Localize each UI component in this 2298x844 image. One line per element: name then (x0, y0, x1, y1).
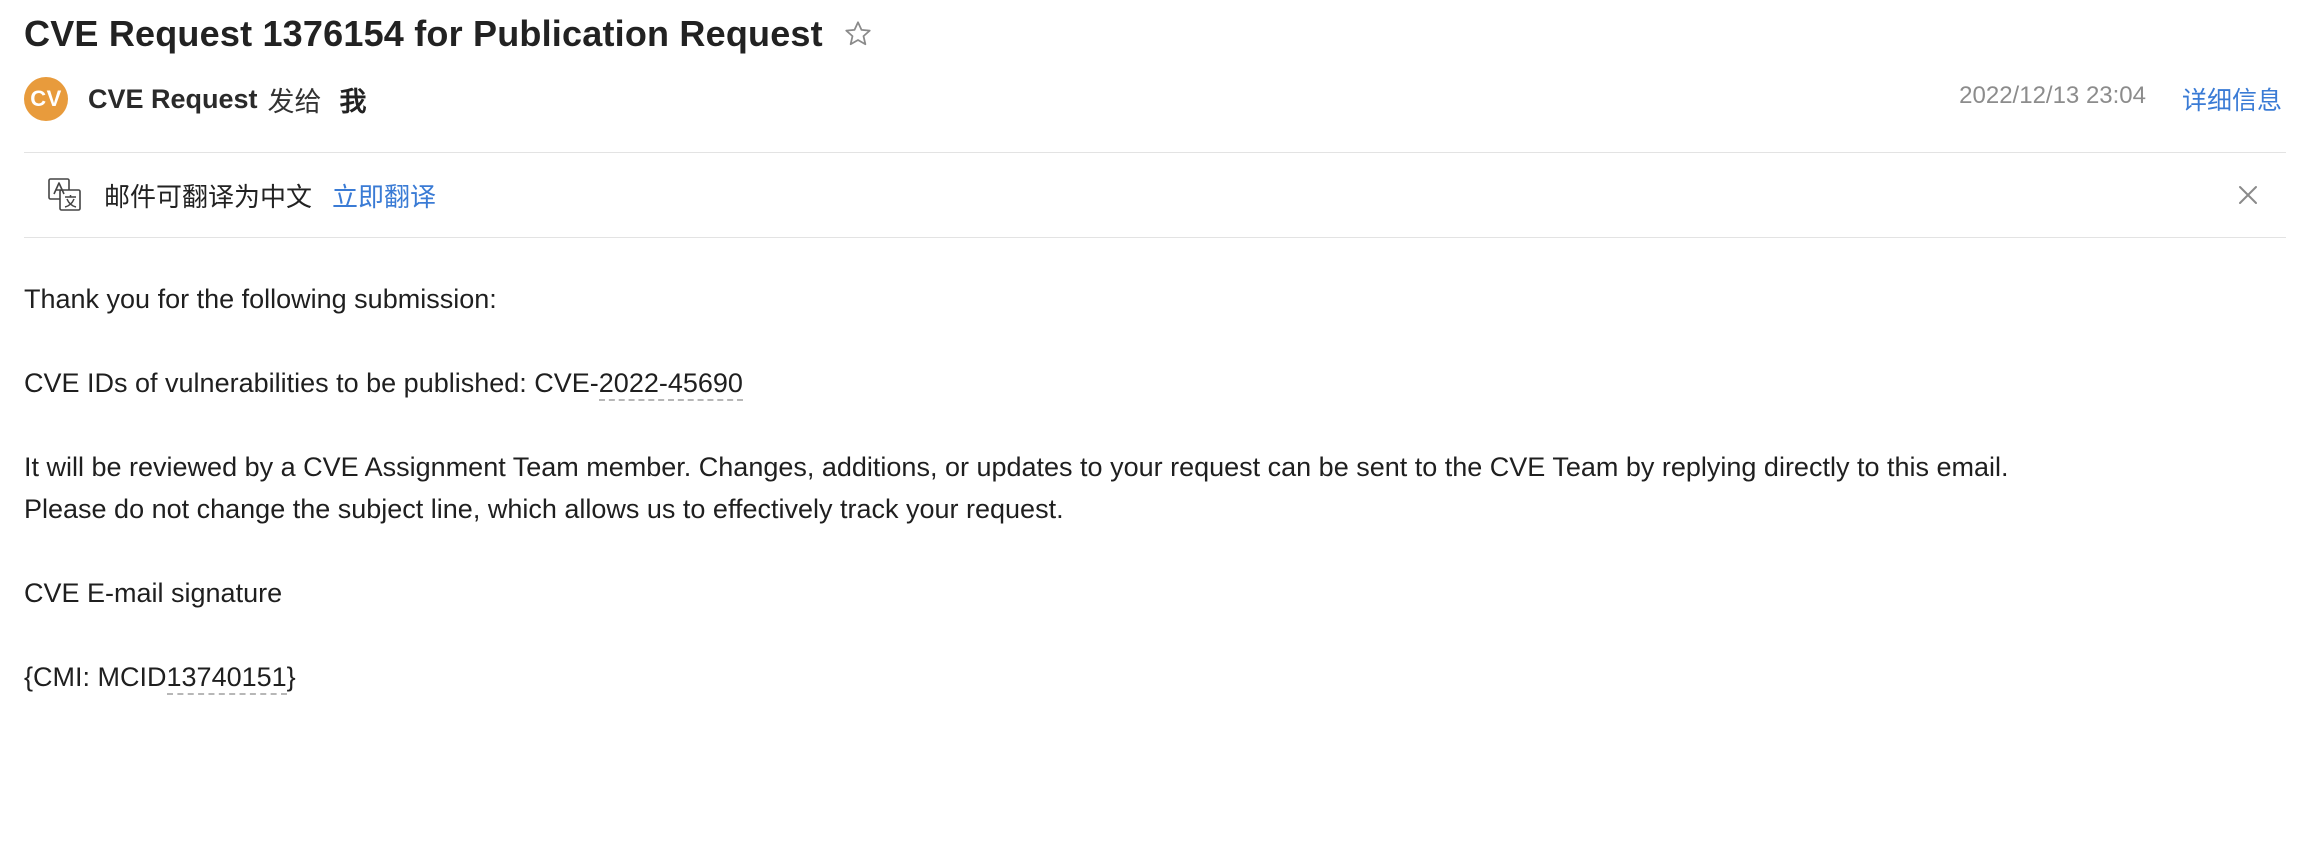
cmi-number[interactable]: 13740151 (166, 662, 287, 695)
cmi-suffix: } (286, 662, 296, 692)
translate-bar: 邮件可翻译为中文 立即翻译 (24, 152, 2286, 238)
body-cve-ids: CVE IDs of vulnerabilities to be publish… (24, 362, 2286, 404)
cve-ids-prefix: CVE IDs of vulnerabilities to be publish… (24, 368, 599, 398)
translate-icon (46, 176, 84, 214)
star-outline-icon (845, 21, 871, 46)
cve-id-number[interactable]: 2022-45690 (598, 368, 743, 401)
recipient-name[interactable]: 我 (340, 80, 367, 119)
subject-row: CVE Request 1376154 for Publication Requ… (24, 8, 875, 60)
sender-row: CV CVE Request 发给 我 2022/12/13 23:04 详细信… (24, 76, 2286, 122)
sent-to-label: 发给 (267, 86, 322, 117)
sender-avatar[interactable]: CV (24, 77, 68, 121)
translate-now-link[interactable]: 立即翻译 (332, 177, 436, 214)
close-icon[interactable] (2230, 177, 2266, 213)
star-icon[interactable] (841, 17, 875, 51)
translate-message: 邮件可翻译为中文 (104, 181, 313, 212)
body-cmi: {CMI: MCID13740151} (24, 656, 2286, 698)
body-thank-you: Thank you for the following submission: (24, 284, 497, 314)
body-signature: CVE E-mail signature (24, 578, 283, 608)
cmi-prefix: {CMI: MCID (24, 662, 167, 692)
email-body: Thank you for the following submission: … (24, 278, 2286, 740)
email-subject: CVE Request 1376154 for Publication Requ… (24, 13, 823, 54)
body-subject-notice: Please do not change the subject line, w… (24, 494, 1064, 524)
sender-name[interactable]: CVE Request (88, 84, 258, 115)
details-link[interactable]: 详细信息 (2182, 81, 2282, 117)
email-date: 2022/12/13 23:04 (1959, 82, 2146, 109)
body-review-notice: It will be reviewed by a CVE Assignment … (24, 452, 2009, 482)
